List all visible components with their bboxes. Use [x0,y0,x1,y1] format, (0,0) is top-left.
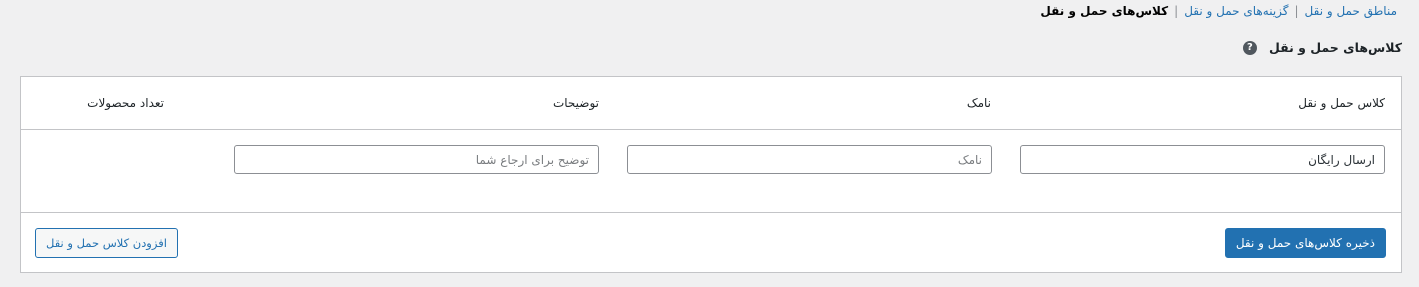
table-header: کلاس حمل و نقل نامک توضیحات تعداد محصولا… [21,77,1401,130]
page-title-row: کلاس‌های حمل و نقل ? [1242,40,1402,55]
shipping-class-name-input[interactable] [1020,145,1385,174]
shipping-options-link[interactable]: گزینه‌های حمل و نقل [1184,4,1288,18]
shipping-classes-table: کلاس حمل و نقل نامک توضیحات تعداد محصولا… [20,76,1402,273]
breadcrumb: مناطق حمل و نقل | گزینه‌های حمل و نقل | … [1040,4,1397,18]
column-header-slug: نامک [966,96,991,110]
shipping-zones-link[interactable]: مناطق حمل و نقل [1305,4,1397,18]
shipping-class-description-input[interactable] [234,145,599,174]
add-shipping-class-button[interactable]: افزودن کلاس حمل و نقل [35,228,178,258]
column-header-product-count: تعداد محصولات [87,96,164,110]
page-title: کلاس‌های حمل و نقل [1268,40,1402,55]
column-header-description: توضیحات [552,96,599,110]
shipping-classes-current: کلاس‌های حمل و نقل [1040,4,1169,18]
save-shipping-classes-button[interactable]: ذخیره کلاس‌های حمل و نقل [1224,228,1386,258]
column-header-shipping-class: کلاس حمل و نقل [1298,96,1385,110]
breadcrumb-separator: | [1294,4,1299,18]
shipping-class-slug-input[interactable] [627,145,992,174]
breadcrumb-separator: | [1174,4,1179,18]
help-icon[interactable]: ? [1242,40,1257,55]
table-footer: ذخیره کلاس‌های حمل و نقل افزودن کلاس حمل… [21,212,1401,272]
